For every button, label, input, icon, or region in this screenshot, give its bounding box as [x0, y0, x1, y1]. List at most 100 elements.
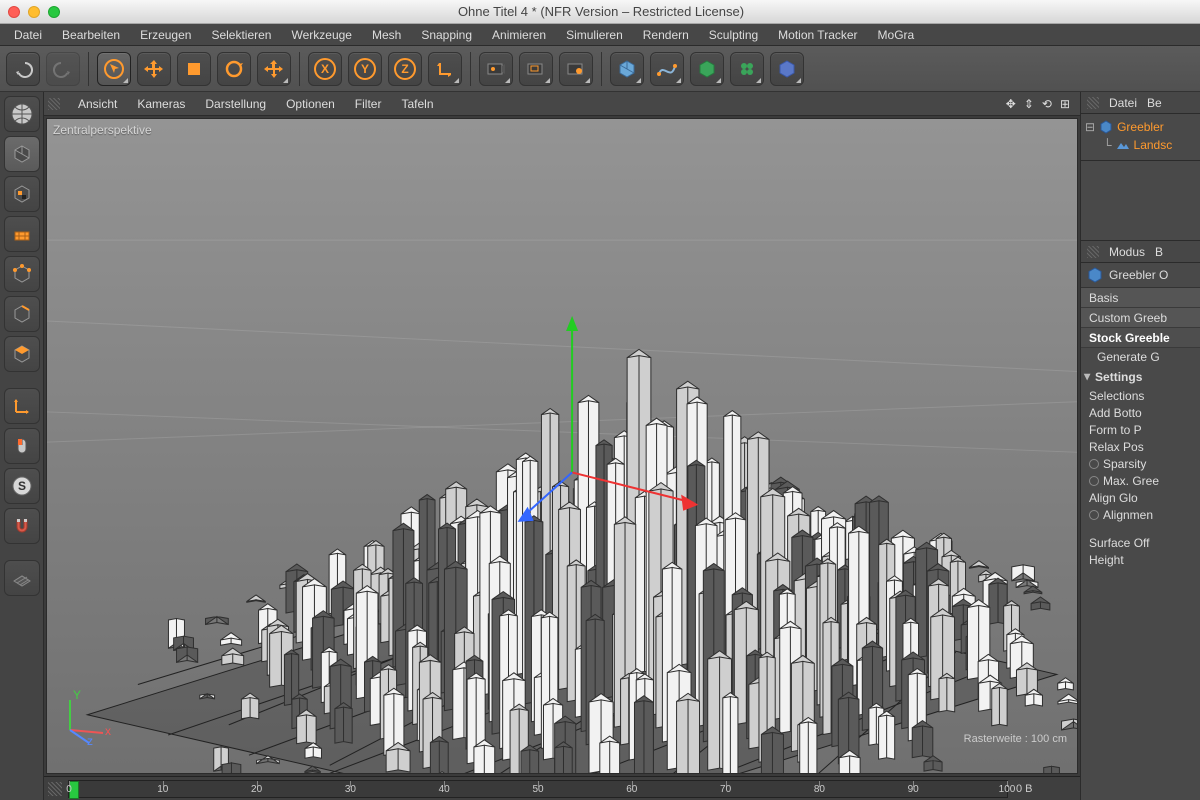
setting-selections[interactable]: Selections	[1089, 389, 1196, 403]
left-tool-palette: S	[0, 92, 44, 800]
axis-y-toggle[interactable]: Y	[348, 52, 382, 86]
menu-sculpting[interactable]: Sculpting	[699, 25, 768, 45]
menu-datei[interactable]: Datei	[4, 25, 52, 45]
vp-menu-ansicht[interactable]: Ansicht	[68, 94, 127, 114]
mouse-mode-button[interactable]	[4, 428, 40, 464]
axis-x-toggle[interactable]: X	[308, 52, 342, 86]
window-titlebar: Ohne Titel 4 * (NFR Version – Restricted…	[0, 0, 1200, 24]
menu-selektieren[interactable]: Selektieren	[201, 25, 281, 45]
tab-custom-greeble[interactable]: Custom Greeb	[1081, 308, 1200, 328]
scale-tool[interactable]	[177, 52, 211, 86]
undo-button[interactable]	[6, 52, 40, 86]
settings-header[interactable]: ▸Settings	[1085, 370, 1196, 384]
timeline-tick: 10	[157, 784, 168, 795]
timeline-tick: 90	[908, 784, 919, 795]
render-settings-button[interactable]	[559, 52, 593, 86]
close-window-button[interactable]	[8, 6, 20, 18]
menu-werkzeuge[interactable]: Werkzeuge	[281, 25, 361, 45]
svg-text:S: S	[17, 479, 25, 493]
radio-icon[interactable]	[1089, 510, 1099, 520]
tree-item-greebler[interactable]: ⊟ Greebler	[1085, 118, 1196, 136]
coord-system-button[interactable]	[428, 52, 462, 86]
timeline-grip-icon[interactable]	[48, 782, 62, 796]
menu-mograph[interactable]: MoGra	[868, 25, 925, 45]
edges-mode-button[interactable]	[4, 296, 40, 332]
setting-max-greeble[interactable]: Max. Gree	[1089, 474, 1196, 488]
setting-add-bottom[interactable]: Add Botto	[1089, 406, 1196, 420]
globe-icon[interactable]	[4, 96, 40, 132]
vp-menu-optionen[interactable]: Optionen	[276, 94, 345, 114]
radio-icon[interactable]	[1089, 476, 1099, 486]
deformer-button[interactable]	[770, 52, 804, 86]
texture-mode-button[interactable]	[4, 176, 40, 212]
polygons-mode-button[interactable]	[4, 336, 40, 372]
render-region-button[interactable]	[519, 52, 553, 86]
object-tree[interactable]: ⊟ Greebler └ Landsc	[1081, 114, 1200, 161]
viewport-3d[interactable]: Zentralperspektive	[46, 118, 1078, 774]
minimize-window-button[interactable]	[28, 6, 40, 18]
setting-sparsity[interactable]: Sparsity	[1089, 457, 1196, 471]
vp-menu-tafeln[interactable]: Tafeln	[391, 94, 443, 114]
panel-grip-icon[interactable]	[48, 98, 60, 110]
generate-button-row[interactable]: Generate G	[1089, 350, 1196, 364]
vp-pan-icon[interactable]: ✥	[1006, 97, 1016, 111]
render-view-button[interactable]	[479, 52, 513, 86]
setting-relax-position[interactable]: Relax Pos	[1089, 440, 1196, 454]
menu-simulieren[interactable]: Simulieren	[556, 25, 633, 45]
tab-basis[interactable]: Basis	[1081, 288, 1200, 308]
setting-align-global[interactable]: Align Glo	[1089, 491, 1196, 505]
greebler-icon	[1099, 120, 1113, 134]
redo-button[interactable]	[46, 52, 80, 86]
vp-menu-filter[interactable]: Filter	[345, 94, 392, 114]
effector-button[interactable]	[730, 52, 764, 86]
attr-menu-bearbeiten[interactable]: B	[1155, 245, 1163, 259]
workplane-button[interactable]	[4, 560, 40, 596]
spline-button[interactable]	[650, 52, 684, 86]
om-menu-datei[interactable]: Datei	[1109, 96, 1137, 110]
snap-toggle-button[interactable]: S	[4, 468, 40, 504]
radio-icon[interactable]	[1089, 459, 1099, 469]
menu-erzeugen[interactable]: Erzeugen	[130, 25, 201, 45]
vp-zoom-icon[interactable]: ⇕	[1024, 97, 1034, 111]
attr-menu-modus[interactable]: Modus	[1109, 245, 1145, 259]
uv-mode-button[interactable]	[4, 216, 40, 252]
zoom-window-button[interactable]	[48, 6, 60, 18]
menu-mesh[interactable]: Mesh	[362, 25, 411, 45]
vp-layout-icon[interactable]: ⊞	[1060, 97, 1070, 111]
om-menu-bearbeiten[interactable]: Be	[1147, 96, 1162, 110]
vp-menu-kameras[interactable]: Kameras	[127, 94, 195, 114]
menu-motion-tracker[interactable]: Motion Tracker	[768, 25, 867, 45]
model-mode-button[interactable]	[4, 136, 40, 172]
setting-surface-offset[interactable]: Surface Off	[1089, 536, 1196, 550]
vp-orbit-icon[interactable]: ⟲	[1042, 97, 1052, 111]
axis-z-toggle[interactable]: Z	[388, 52, 422, 86]
viewport-menubar: Ansicht Kameras Darstellung Optionen Fil…	[44, 92, 1080, 116]
attribute-manager-menubar: Modus B	[1081, 241, 1200, 263]
magnet-button[interactable]	[4, 508, 40, 544]
menu-bearbeiten[interactable]: Bearbeiten	[52, 25, 130, 45]
menu-rendern[interactable]: Rendern	[633, 25, 699, 45]
section-stock-greeble[interactable]: Stock Greeble	[1081, 328, 1200, 348]
rotate-tool[interactable]	[217, 52, 251, 86]
setting-alignment[interactable]: Alignmen	[1089, 508, 1196, 522]
viewport-scene	[47, 119, 1077, 774]
move-alt-tool[interactable]	[257, 52, 291, 86]
menu-animieren[interactable]: Animieren	[482, 25, 556, 45]
mini-axis-gizmo: Y x z	[55, 685, 115, 745]
vp-menu-darstellung[interactable]: Darstellung	[195, 94, 276, 114]
live-select-tool[interactable]	[97, 52, 131, 86]
timeline-tick: 60	[626, 784, 637, 795]
axis-lock-button[interactable]	[4, 388, 40, 424]
move-tool[interactable]	[137, 52, 171, 86]
panel-grip-icon[interactable]	[1087, 246, 1099, 258]
timeline-ruler[interactable]: 0102030405060708090100	[68, 780, 1008, 798]
tree-item-landscape[interactable]: └ Landsc	[1085, 136, 1196, 154]
setting-height[interactable]: Height	[1089, 553, 1196, 567]
panel-grip-icon[interactable]	[1087, 97, 1099, 109]
setting-form-to-parent[interactable]: Form to P	[1089, 423, 1196, 437]
timeline-tick: 70	[720, 784, 731, 795]
generator-button[interactable]	[690, 52, 724, 86]
points-mode-button[interactable]	[4, 256, 40, 292]
primitive-cube-button[interactable]	[610, 52, 644, 86]
menu-snapping[interactable]: Snapping	[411, 25, 482, 45]
